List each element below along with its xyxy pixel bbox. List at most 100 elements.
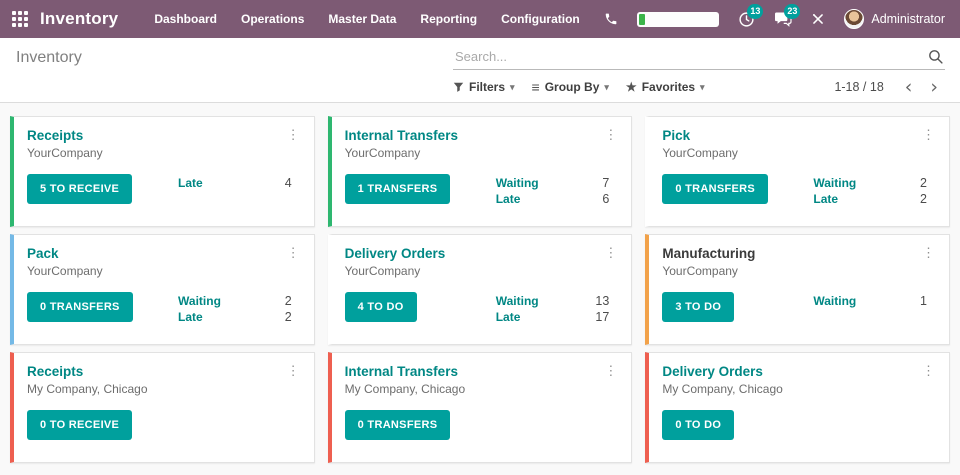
kebab-menu-icon[interactable]: ⋮ xyxy=(920,128,937,160)
card-title[interactable]: Internal Transfers xyxy=(345,128,458,143)
stat-label[interactable]: Late xyxy=(813,191,838,207)
filter-funnel-icon xyxy=(453,82,464,93)
kanban-card: Delivery OrdersMy Company, Chicago⋮0 TO … xyxy=(645,352,950,463)
tools-icon[interactable] xyxy=(811,12,825,26)
menu-master-data[interactable]: Master Data xyxy=(318,8,406,30)
top-nav-bar: Inventory Dashboard Operations Master Da… xyxy=(0,0,960,38)
kanban-card: Manufacturing YourCompany ⋮ 3 TO DO Waiting 1 xyxy=(645,234,950,345)
card-title[interactable]: Pick xyxy=(662,128,738,143)
card-title[interactable]: Receipts xyxy=(27,128,103,143)
card-company: YourCompany xyxy=(662,264,755,278)
stat-label[interactable]: Late xyxy=(178,309,203,325)
stat-value[interactable]: 1 xyxy=(920,293,927,309)
chevron-down-icon: ▾ xyxy=(604,82,609,93)
kanban-card: PickYourCompany⋮0 TRANSFERSWaiting2Late2 xyxy=(645,116,950,227)
menu-dashboard[interactable]: Dashboard xyxy=(144,8,227,30)
stat-label[interactable]: Late xyxy=(496,309,521,325)
filters-dropdown[interactable]: Filters ▾ xyxy=(453,80,515,94)
stat-value[interactable]: 4 xyxy=(285,175,292,191)
card-stats: Waiting 1 xyxy=(813,293,927,309)
stat-label[interactable]: Waiting xyxy=(178,293,221,309)
stat-value[interactable]: 2 xyxy=(920,175,927,191)
card-action-button[interactable]: 3 TO DO xyxy=(662,292,734,322)
card-title[interactable]: Delivery Orders xyxy=(345,246,446,261)
kebab-menu-icon[interactable]: ⋮ xyxy=(602,246,619,278)
stat-row: Late 2 xyxy=(813,191,927,207)
card-action-button[interactable]: 0 TO DO xyxy=(662,410,734,440)
stat-row: Waiting 1 xyxy=(813,293,927,309)
stat-value[interactable]: 2 xyxy=(285,309,292,325)
user-menu[interactable]: Administrator xyxy=(844,9,945,29)
card-action-button[interactable]: 0 TO RECEIVE xyxy=(27,410,132,440)
card-action-button[interactable]: 0 TRANSFERS xyxy=(345,410,451,440)
messages-chat-icon[interactable]: 23 xyxy=(774,11,792,27)
stat-row: Waiting 7 xyxy=(496,175,610,191)
card-stats: Waiting 2 Late 2 xyxy=(178,293,292,325)
kanban-card: Receipts My Company, Chicago ⋮ 0 TO RECEIVE xyxy=(10,352,315,463)
stat-value[interactable]: 17 xyxy=(595,309,609,325)
card-title[interactable]: Pack xyxy=(27,246,103,261)
pager-next-button[interactable]: › xyxy=(923,80,945,94)
favorites-dropdown[interactable]: ★ Favorites ▾ xyxy=(626,80,705,94)
stat-value[interactable]: 7 xyxy=(602,175,609,191)
group-by-icon: ≡ xyxy=(532,79,540,95)
card-company: YourCompany xyxy=(27,146,103,160)
activity-clock-icon[interactable]: 13 xyxy=(738,11,755,28)
message-count-badge: 23 xyxy=(784,4,800,19)
control-panel: Inventory Filters ▾ ≡ Group By ▾ ★ Favor… xyxy=(0,38,960,103)
kebab-menu-icon[interactable]: ⋮ xyxy=(285,246,302,278)
stat-label[interactable]: Late xyxy=(178,175,203,191)
stat-label[interactable]: Waiting xyxy=(813,293,856,309)
card-action-button[interactable]: 1 TRANSFERS xyxy=(345,174,451,204)
card-company: YourCompany xyxy=(345,264,446,278)
kebab-menu-icon[interactable]: ⋮ xyxy=(920,246,937,278)
card-action-button[interactable]: 5 TO RECEIVE xyxy=(27,174,132,204)
stat-row: Waiting 13 xyxy=(496,293,610,309)
stat-value[interactable]: 13 xyxy=(595,293,609,309)
menu-reporting[interactable]: Reporting xyxy=(410,8,487,30)
menu-operations[interactable]: Operations xyxy=(231,8,314,30)
star-icon: ★ xyxy=(626,80,637,94)
stat-row: Late 6 xyxy=(496,191,610,207)
stat-row: Late 17 xyxy=(496,309,610,325)
search-panel: Filters ▾ ≡ Group By ▾ ★ Favorites ▾ 1-1… xyxy=(453,38,945,102)
stat-label[interactable]: Waiting xyxy=(496,175,539,191)
kanban-card: Delivery Orders YourCompany ⋮ 4 TO DO Waitin… xyxy=(328,234,633,345)
kebab-menu-icon[interactable]: ⋮ xyxy=(285,364,302,396)
app-title: Inventory xyxy=(40,9,118,29)
kanban-card: Internal TransfersYourCompany⋮1 TRANSFER… xyxy=(328,116,633,227)
kebab-menu-icon[interactable]: ⋮ xyxy=(285,128,302,160)
phone-icon[interactable] xyxy=(604,12,618,26)
card-action-button[interactable]: 0 TRANSFERS xyxy=(662,174,768,204)
stat-row: Waiting 2 xyxy=(178,293,292,309)
menu-configuration[interactable]: Configuration xyxy=(491,8,590,30)
stat-label[interactable]: Waiting xyxy=(496,293,539,309)
kebab-menu-icon[interactable]: ⋮ xyxy=(602,128,619,160)
group-by-dropdown[interactable]: ≡ Group By ▾ xyxy=(532,79,609,95)
card-company: My Company, Chicago xyxy=(27,382,148,396)
kebab-menu-icon[interactable]: ⋮ xyxy=(602,364,619,396)
card-company: YourCompany xyxy=(27,264,103,278)
card-action-button[interactable]: 0 TRANSFERS xyxy=(27,292,133,322)
kebab-menu-icon[interactable]: ⋮ xyxy=(920,364,937,396)
card-stats: Waiting 7 Late 6 xyxy=(496,175,610,207)
activity-count-badge: 13 xyxy=(747,4,763,19)
search-icon[interactable] xyxy=(927,48,944,70)
stat-label[interactable]: Late xyxy=(496,191,521,207)
stat-value[interactable]: 2 xyxy=(285,293,292,309)
stat-value[interactable]: 2 xyxy=(920,191,927,207)
pager-value: 1-18 / 18 xyxy=(834,80,883,94)
card-title[interactable]: Manufacturing xyxy=(662,246,755,261)
card-title[interactable]: Internal Transfers xyxy=(345,364,466,379)
apps-grid-icon[interactable] xyxy=(12,11,28,27)
card-title[interactable]: Receipts xyxy=(27,364,148,379)
user-avatar xyxy=(844,9,864,29)
card-action-button[interactable]: 4 TO DO xyxy=(345,292,417,322)
timer-progress-widget[interactable] xyxy=(637,12,719,27)
search-input[interactable] xyxy=(453,46,945,70)
stat-label[interactable]: Waiting xyxy=(813,175,856,191)
stat-value[interactable]: 6 xyxy=(602,191,609,207)
pager-previous-button[interactable]: ‹ xyxy=(898,80,920,94)
card-company: My Company, Chicago xyxy=(345,382,466,396)
card-title[interactable]: Delivery Orders xyxy=(662,364,783,379)
